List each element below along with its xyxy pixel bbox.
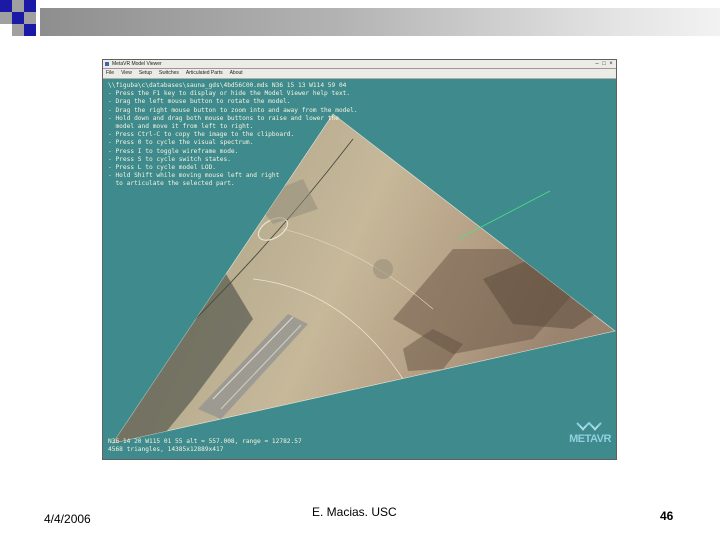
app-icon: [105, 62, 109, 66]
help-line: - Press L to cycle model LOD.: [108, 164, 217, 172]
menu-file[interactable]: File: [106, 69, 114, 78]
decoration-square: [24, 12, 36, 24]
help-line: - Press I to toggle wireframe mode.: [108, 147, 239, 155]
close-icon[interactable]: ×: [608, 60, 614, 68]
help-line: - Drag the left mouse button to rotate t…: [108, 98, 291, 106]
help-line: model and move it from left to right.: [108, 123, 254, 131]
decoration-square: [24, 0, 36, 12]
status-line: 4568 triangles, 14385x12889x417: [108, 446, 224, 454]
status-line: N36 14 20 W115 01 55 alt = 557.008, rang…: [108, 438, 302, 445]
maximize-icon[interactable]: □: [601, 60, 607, 68]
status-readout: N36 14 20 W115 01 55 alt = 557.008, rang…: [108, 438, 302, 454]
selection-line: [457, 190, 551, 240]
help-text: \\figuba\c\databases\sauna_gds\4bd56C00.…: [108, 82, 358, 189]
window-controls: – □ ×: [594, 60, 614, 68]
help-line: - Drag the right mouse button to zoom in…: [108, 106, 358, 114]
help-line: to articulate the selected part.: [108, 180, 235, 188]
decoration-square: [0, 12, 12, 24]
help-line: - Press 0 to cycle the visual spectrum.: [108, 139, 254, 147]
menu-about[interactable]: About: [230, 69, 243, 78]
footer-author: E. Macias. USC: [312, 505, 397, 519]
window-title: MetaVR Model Viewer: [112, 61, 162, 67]
footer-date: 4/4/2006: [44, 512, 91, 526]
decoration-square: [12, 12, 24, 24]
help-line: - Hold down and drag both mouse buttons …: [108, 114, 339, 122]
menu-view[interactable]: View: [121, 69, 132, 78]
help-line: - Press S to cycle switch states.: [108, 155, 231, 163]
decoration-square: [12, 24, 24, 36]
menu-bar: File View Setup Switches Articulated Par…: [103, 69, 616, 79]
logo-text: METAVR: [569, 433, 611, 445]
3d-viewport[interactable]: \\figuba\c\databases\sauna_gds\4bd56C00.…: [103, 79, 616, 459]
page-number: 46: [660, 509, 674, 523]
menu-setup[interactable]: Setup: [139, 69, 152, 78]
menu-switches[interactable]: Switches: [159, 69, 179, 78]
help-line: - Hold Shift while moving mouse left and…: [108, 172, 280, 180]
menu-articulated-parts[interactable]: Articulated Parts: [186, 69, 223, 78]
decoration-square: [24, 24, 36, 36]
help-line: - Press Ctrl-C to copy the image to the …: [108, 131, 295, 139]
decoration-square: [0, 0, 12, 12]
title-decoration-bar: [40, 8, 720, 36]
minimize-icon[interactable]: –: [594, 60, 600, 68]
help-line: \\figuba\c\databases\sauna_gds\4bd56C00.…: [108, 82, 347, 89]
window-titlebar: MetaVR Model Viewer – □ ×: [103, 60, 616, 69]
help-line: - Press the F1 key to display or hide th…: [108, 90, 351, 98]
decoration-square: [12, 0, 24, 12]
model-viewer-window: MetaVR Model Viewer – □ × File View Setu…: [102, 59, 617, 460]
town-block: [373, 259, 393, 279]
